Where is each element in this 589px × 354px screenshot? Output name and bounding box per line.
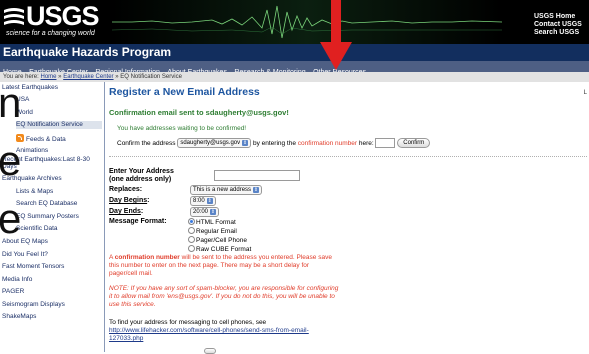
notice-prefix: A	[109, 254, 113, 261]
sidebar-item-scientific-data[interactable]: Scientific Data	[16, 225, 102, 233]
sidebar-item-world[interactable]: World	[16, 109, 102, 117]
day-begins-label: Day Begins:	[109, 197, 149, 204]
sidebar-item-animations[interactable]: Animations	[16, 147, 102, 155]
breadcrumb-home[interactable]: Home	[40, 74, 56, 80]
confirm-post-text: here:	[358, 140, 374, 147]
message-format-label: Message Format:	[109, 218, 167, 225]
page-title: Register a New Email Address	[109, 86, 260, 98]
usgs-home-link[interactable]: USGS Home	[534, 13, 582, 21]
cell-intro-text: To find your address for messaging to ce…	[109, 319, 267, 326]
cell-sms-link[interactable]: http://www.lifehacker.com/software/cell-…	[109, 327, 309, 342]
logo-text: USGS	[26, 1, 100, 31]
radio-label: Regular Email	[196, 228, 237, 235]
radio-icon	[188, 245, 195, 252]
select-value: 8:00	[193, 198, 205, 204]
top-links: USGS Home Contact USGS Search USGS	[534, 13, 582, 37]
format-radio-pager[interactable]: Pager/Cell Phone	[188, 236, 247, 244]
sidebar-item-search-eq-database[interactable]: Search EQ Database	[16, 200, 102, 208]
program-title-bar: Earthquake Hazards Program	[0, 44, 589, 61]
usgs-logo[interactable]: USGS science for a changing world	[4, 1, 108, 42]
sidebar-item-feeds-data[interactable]: Feeds & Data	[16, 134, 102, 144]
sidebar-item-pager[interactable]: PAGER	[2, 288, 24, 296]
sidebar-item-did-you-feel-it[interactable]: Did You Feel It?	[2, 251, 48, 259]
day-ends-label: Day Ends:	[109, 208, 143, 215]
replaces-select[interactable]: This is a new address ⇕	[190, 185, 263, 195]
spam-blocker-note: NOTE: If you have any sort of spam-block…	[109, 285, 339, 308]
breadcrumb: You are here: Home » Earthquake Center »…	[0, 72, 589, 82]
select-arrows-icon: ⇕	[210, 209, 217, 215]
select-arrows-icon: ⇕	[242, 140, 249, 147]
email-address-input[interactable]	[214, 170, 300, 181]
address-label-line2: (one address only)	[109, 176, 172, 183]
format-radio-regular[interactable]: Regular Email	[188, 227, 237, 235]
label-colon: :	[147, 197, 150, 204]
background-page-letter: n	[0, 79, 22, 126]
search-usgs-link[interactable]: Search USGS	[534, 29, 582, 37]
day-begins-text: Day Begins	[109, 197, 148, 204]
corner-text: L	[583, 90, 587, 96]
radio-label: HTML Format	[196, 219, 236, 226]
submit-button-partial[interactable]	[204, 348, 216, 354]
breadcrumb-current: EQ Notification Service	[120, 74, 182, 80]
address-label-line1: Enter Your Address	[109, 168, 174, 175]
logo-tagline: science for a changing world	[6, 30, 95, 37]
main-nav: Home Earthquake Center Regional Informat…	[0, 61, 589, 76]
select-arrows-icon: ⇕	[253, 187, 260, 193]
radio-selected-icon	[188, 218, 195, 225]
seismogram-graphic	[112, 0, 502, 44]
background-page-letter: e	[0, 195, 22, 242]
annotation-arrow-icon	[320, 0, 352, 70]
breadcrumb-separator: »	[115, 74, 119, 80]
notice-bold: confirmation number	[114, 254, 180, 261]
replaces-label: Replaces:	[109, 186, 143, 193]
main-content: L Register a New Email Address Confirmat…	[106, 82, 589, 354]
radio-label: Raw CUBE Format	[196, 246, 252, 253]
select-value: This is a new address	[193, 187, 252, 193]
confirmation-notice: A confirmation number will be sent to th…	[109, 254, 339, 278]
sidebar-item-label: Feeds & Data	[26, 136, 66, 143]
day-begins-select[interactable]: 8:00 ⇕	[190, 196, 216, 206]
format-radio-html[interactable]: HTML Format	[188, 218, 236, 226]
waiting-message: You have addresses waiting to be confirm…	[117, 125, 247, 132]
usgs-wave-icon	[4, 8, 24, 25]
radio-label: Pager/Cell Phone	[196, 237, 247, 244]
section-divider	[109, 156, 587, 157]
sidebar-item-media-info[interactable]: Media Info	[2, 276, 32, 284]
confirm-row: Confirm the address sdaugherty@usgs.gov ⇕…	[117, 138, 431, 149]
confirm-address-select[interactable]: sdaugherty@usgs.gov ⇕	[177, 138, 252, 149]
radio-icon	[188, 236, 195, 243]
label-colon: :	[140, 208, 144, 215]
cell-phone-help: To find your address for messaging to ce…	[109, 319, 339, 343]
address-label: Enter Your Address (one address only)	[109, 168, 174, 184]
confirm-label: Confirm the address	[117, 140, 176, 147]
sidebar-item-fast-moment-tensors[interactable]: Fast Moment Tensors	[2, 263, 64, 271]
confirmation-number-input[interactable]	[375, 138, 396, 149]
confirm-button[interactable]: Confirm	[397, 138, 431, 149]
day-ends-select[interactable]: 20:00 ⇕	[190, 207, 220, 217]
select-arrows-icon: ⇕	[206, 198, 213, 204]
sidebar-item-seismogram-displays[interactable]: Seismogram Displays	[2, 301, 65, 309]
breadcrumb-separator: »	[58, 74, 62, 80]
day-ends-text: Day Ends	[109, 208, 141, 215]
radio-icon	[188, 227, 195, 234]
confirmation-number-label: confirmation number	[297, 140, 358, 147]
contact-usgs-link[interactable]: Contact USGS	[534, 21, 582, 29]
sidebar-item-lists-maps[interactable]: Lists & Maps	[16, 188, 102, 196]
confirmation-heading: Confirmation email sent to sdaugherty@us…	[109, 108, 289, 117]
sidebar-item-shakemaps[interactable]: ShakeMaps	[2, 313, 36, 321]
format-radio-raw-cube[interactable]: Raw CUBE Format	[188, 245, 251, 253]
select-value: sdaugherty@usgs.gov	[180, 140, 241, 147]
background-page-letter: e	[0, 137, 22, 184]
sidebar-item-usa[interactable]: USA	[16, 96, 102, 104]
program-title[interactable]: Earthquake Hazards Program	[3, 45, 171, 59]
confirm-mid-text: by entering the	[252, 140, 296, 147]
breadcrumb-earthquake-center[interactable]: Earthquake Center	[63, 74, 113, 80]
sidebar-item-eq-summary-posters[interactable]: EQ Summary Posters	[16, 213, 102, 221]
header-banner: USGS science for a changing world USGS H…	[0, 0, 589, 44]
sidebar-item-eq-notification-service[interactable]: EQ Notification Service	[16, 121, 102, 129]
select-value: 20:00	[193, 209, 209, 215]
